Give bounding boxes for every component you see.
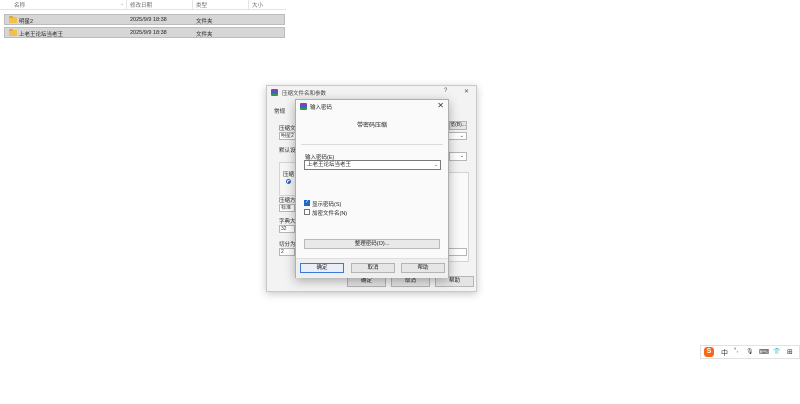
encrypt-names-label[interactable]: 加密文件名(N) <box>312 209 347 217</box>
help-button[interactable]: 帮助 <box>401 263 445 273</box>
update-mode-select[interactable]: ⌄ <box>449 152 467 161</box>
chevron-down-icon[interactable]: ⌄ <box>434 161 438 169</box>
file-name: 明星2 <box>19 19 34 25</box>
column-type[interactable]: 类型 <box>196 1 207 9</box>
cancel-button[interactable]: 取消 <box>351 263 395 273</box>
split-select[interactable]: 2 <box>279 248 295 256</box>
divider <box>301 144 443 145</box>
format-radio[interactable] <box>286 179 291 184</box>
file-row[interactable]: 上老王论坛当老王 2025/9/9 18:38 文件夹 <box>4 27 285 38</box>
close-icon[interactable]: ✕ <box>437 101 444 110</box>
ime-mode-toggle[interactable]: 中 <box>721 348 728 358</box>
punctuation-icon[interactable]: °, <box>734 348 738 354</box>
file-type: 文件夹 <box>196 19 213 25</box>
dialog-title: 输入密码 <box>310 105 333 111</box>
ok-button[interactable]: 确定 <box>300 263 344 273</box>
file-name: 上老王论坛当老王 <box>19 32 64 38</box>
column-name[interactable]: 名称 <box>14 1 25 9</box>
archive-name-value: 明星2 <box>281 133 294 139</box>
organize-passwords-button[interactable]: 整理密码(O)... <box>304 239 440 249</box>
file-type: 文件夹 <box>196 32 213 38</box>
chevron-down-icon: ⌄ <box>459 133 464 139</box>
default-settings-label: 默认设 <box>279 148 296 154</box>
winrar-icon <box>271 89 278 96</box>
dialog-footer: 确定 取消 帮助 <box>296 258 448 278</box>
column-divider[interactable] <box>126 0 127 9</box>
keyboard-icon[interactable]: ⌨ <box>759 348 769 356</box>
ime-toolbar: S 中 °, 🎙 ⌨ 👕 ⊞ <box>700 345 800 359</box>
file-list-header: 名称 ⌄ 修改日期 类型 大小 <box>0 0 286 10</box>
close-icon[interactable]: ✕ <box>464 88 469 95</box>
tab-general[interactable]: 常规 <box>274 107 285 115</box>
dict-label: 字典大 <box>279 219 296 225</box>
browse-button[interactable]: 览(B)... <box>449 121 467 130</box>
chevron-down-icon: ⌄ <box>459 153 464 159</box>
grid-menu-icon[interactable]: ⊞ <box>787 348 793 356</box>
method-label: 压缩方 <box>279 198 296 204</box>
dict-select[interactable]: 32 <box>279 225 295 233</box>
column-divider[interactable] <box>248 0 249 9</box>
archive-name-label: 压缩文 <box>279 126 296 132</box>
file-row[interactable]: 明星2 2025/9/9 18:38 文件夹 <box>4 14 285 25</box>
help-icon[interactable]: ? <box>444 88 447 94</box>
show-password-checkbox[interactable] <box>304 199 310 206</box>
file-date: 2025/9/9 18:38 <box>130 30 167 36</box>
sort-chevron-icon: ⌄ <box>120 1 125 7</box>
format-label: 压缩 <box>283 172 295 178</box>
skin-icon[interactable]: 👕 <box>773 348 780 355</box>
aux-field[interactable] <box>447 248 467 256</box>
dialog-heading: 带密码压缩 <box>356 123 387 129</box>
column-size[interactable]: 大小 <box>252 1 263 9</box>
password-dialog: 输入密码 ✕ 带密码压缩 输入密码(E) 上老王论坛当老王 ⌄ 显示密码(S) … <box>295 99 449 278</box>
column-date[interactable]: 修改日期 <box>130 1 152 9</box>
column-divider[interactable] <box>192 0 193 9</box>
encrypt-names-checkbox[interactable] <box>304 209 310 215</box>
microphone-icon[interactable]: 🎙 <box>746 348 754 355</box>
winrar-icon <box>300 103 307 110</box>
folder-icon <box>9 28 17 36</box>
password-value: 上老王论坛当老王 <box>307 162 352 168</box>
dialog-title: 压缩文件名和参数 <box>282 91 327 97</box>
sogou-logo-icon[interactable]: S <box>704 347 714 357</box>
password-input[interactable]: 上老王论坛当老王 ⌄ <box>304 160 441 170</box>
folder-icon <box>9 15 17 23</box>
show-password-label[interactable]: 显示密码(S) <box>312 200 341 208</box>
file-date: 2025/9/9 18:38 <box>130 17 167 23</box>
split-label: 切分为 <box>279 242 296 248</box>
method-select[interactable]: 标准 <box>279 204 295 212</box>
